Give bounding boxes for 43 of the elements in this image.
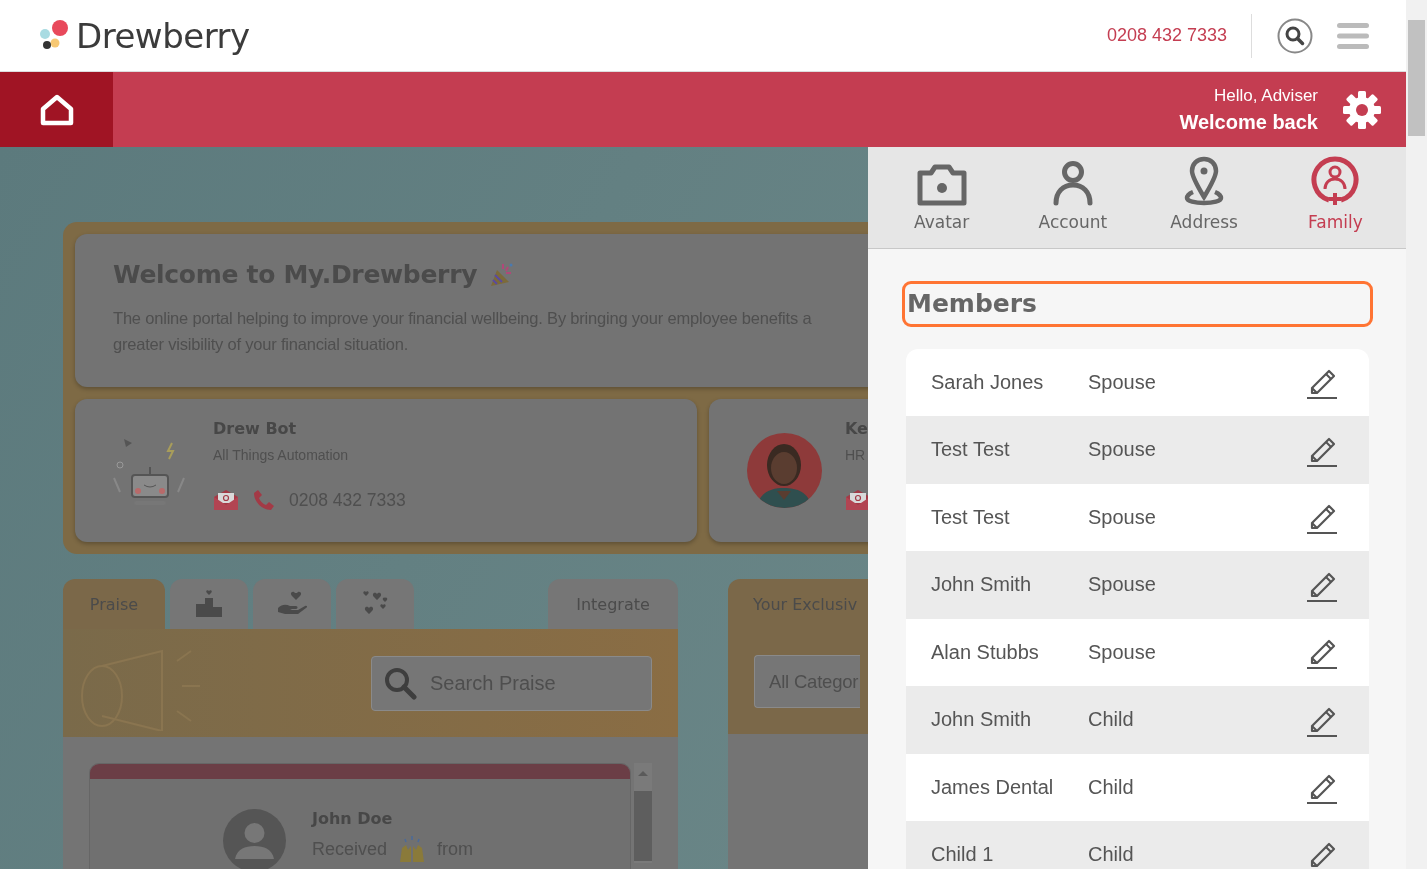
envelope-icon[interactable]	[845, 489, 868, 511]
member-relation: Spouse	[1088, 640, 1157, 664]
member-name: Test Test	[931, 505, 1011, 529]
scrollbar-thumb[interactable]	[634, 791, 652, 861]
house-icon	[39, 93, 74, 126]
person-icon	[1052, 160, 1093, 207]
member-name: Alan Stubbs	[931, 640, 1040, 664]
member-relation: Spouse	[1088, 505, 1157, 529]
greeting-text: Hello, Adviser	[1214, 85, 1318, 106]
profile-tab[interactable]: Address	[1138, 147, 1270, 249]
phone-link[interactable]: 0208 432 7333	[1106, 25, 1227, 46]
search-icon	[1277, 17, 1313, 54]
member-relation: Child	[1088, 708, 1135, 732]
person-add-icon	[1311, 156, 1360, 207]
search-button[interactable]	[1277, 17, 1313, 54]
member-relation: Child	[1088, 843, 1135, 867]
scrollbar-thumb[interactable]	[1408, 20, 1425, 136]
member-name: Child 1	[931, 843, 995, 867]
member-name: John Smith	[931, 708, 1033, 732]
profile-tab[interactable]: Account	[1007, 147, 1139, 249]
section-heading: Members	[902, 281, 1373, 327]
member-relation: Spouse	[1088, 370, 1157, 394]
member-name: James Dental	[931, 775, 1055, 799]
profile-tab[interactable]: Family	[1269, 147, 1401, 249]
envelope-icon[interactable]	[213, 489, 239, 511]
gear-icon	[1342, 89, 1382, 130]
settings-button[interactable]	[1342, 89, 1382, 130]
member-name: Test Test	[931, 438, 1011, 462]
camera-icon	[915, 164, 968, 207]
member-relation: Child	[1088, 775, 1135, 799]
home-button[interactable]	[0, 72, 113, 147]
search-icon	[383, 666, 417, 700]
logo-text[interactable]: Drewberry	[76, 15, 250, 56]
welcome-text: Welcome back	[1179, 110, 1318, 134]
member-name: John Smith	[931, 573, 1033, 597]
location-pin-icon	[1184, 156, 1225, 207]
member-name: Sarah Jones	[931, 370, 1045, 394]
menu-icon	[1337, 21, 1369, 50]
podium-icon	[195, 590, 223, 618]
member-relation: Spouse	[1088, 573, 1157, 597]
profile-tab[interactable]: Avatar	[876, 147, 1008, 249]
member-relation: Spouse	[1088, 438, 1157, 462]
hand-heart-icon	[277, 591, 307, 617]
